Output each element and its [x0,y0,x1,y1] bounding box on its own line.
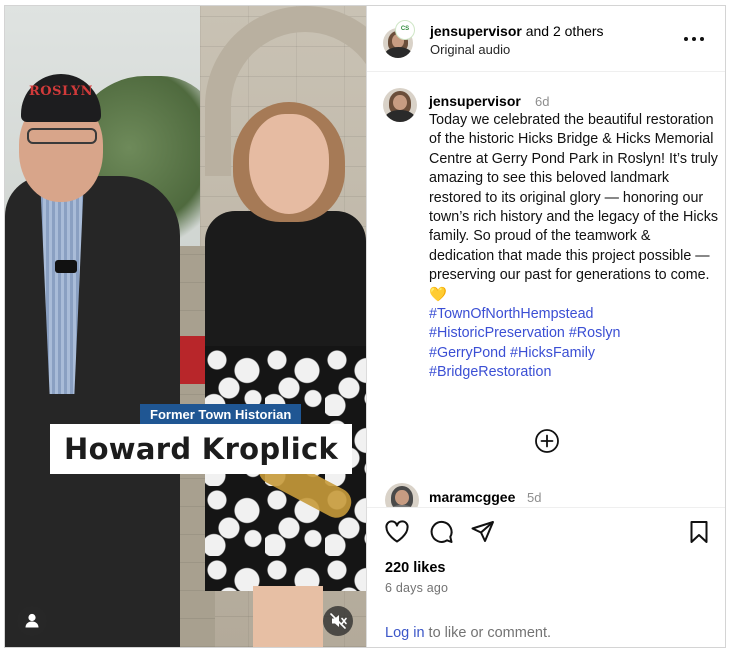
heart-icon [385,520,409,543]
man-glasses [27,128,97,144]
post-modal: ROSLYN Former Town Historian Howard Krop… [4,5,726,648]
save-button[interactable] [685,518,713,546]
hashtag-link[interactable]: #TownOfNorthHempstead [429,305,719,324]
collab-logo-text: CS [400,26,410,32]
post-sidebar: CS jensupervisor and 2 others Original a… [366,6,725,647]
more-options-button[interactable] [679,26,709,52]
mute-toggle-button[interactable] [323,606,353,636]
woman-legs [253,586,323,647]
login-prompt: Log in to like or comment. [385,625,551,641]
like-button[interactable] [383,518,411,546]
like-count[interactable]: 220 likes [385,560,445,576]
caption-text: Today we celebrated the beautiful restor… [429,112,718,303]
caption-author-avatar[interactable] [383,88,417,122]
lower-third-title: Former Town Historian [140,404,302,426]
cap-lettering: ROSLYN [29,84,93,99]
reel-video[interactable]: ROSLYN Former Town Historian Howard Krop… [5,6,366,647]
share-send-icon [471,521,494,542]
person-icon [25,613,39,628]
hashtag-link[interactable]: #GerryPond #HicksFamily [429,344,719,363]
commenter-avatar[interactable] [385,483,419,507]
load-more-comments-button[interactable] [533,427,561,455]
caption-username[interactable]: jensupervisor [429,93,521,109]
lower-third-name: Howard Kroplick [50,424,353,474]
commenter-username[interactable]: maramcggee [429,489,515,505]
comment-bubble-icon [430,520,453,543]
woman-face [249,114,329,214]
comment-button[interactable] [427,518,455,546]
caption-timestamp: 6d [535,94,550,109]
header-username[interactable]: jensupervisor [430,23,522,39]
hashtag-link[interactable]: #BridgeRestoration [429,363,719,382]
comments-list[interactable]: jensupervisor 6d Today we celebrated the… [367,73,725,507]
caption-body: Today we celebrated the beautiful restor… [429,111,719,383]
collab-logo-avatar[interactable]: CS [395,20,415,40]
bookmark-icon [690,521,708,543]
share-button[interactable] [469,518,497,546]
more-horizontal-icon [684,37,704,41]
lapel-mic [55,260,77,273]
hashtag-link[interactable]: #HistoricPreservation #Roslyn [429,324,719,343]
login-suffix: to like or comment. [424,625,552,641]
header-collab-suffix[interactable]: and 2 others [522,23,604,39]
header-user-line[interactable]: jensupervisor and 2 others [430,23,604,39]
action-bar: 220 likes 6 days ago Log in to like or c… [367,507,725,647]
tagged-people-button[interactable] [17,606,47,636]
plus-circle-icon [535,429,559,453]
login-link[interactable]: Log in [385,625,425,641]
post-header: CS jensupervisor and 2 others Original a… [367,6,725,72]
post-date: 6 days ago [385,581,449,595]
comment-timestamp: 5d [527,490,542,505]
original-audio-link[interactable]: Original audio [430,42,510,57]
speaker-muted-icon [330,613,347,629]
